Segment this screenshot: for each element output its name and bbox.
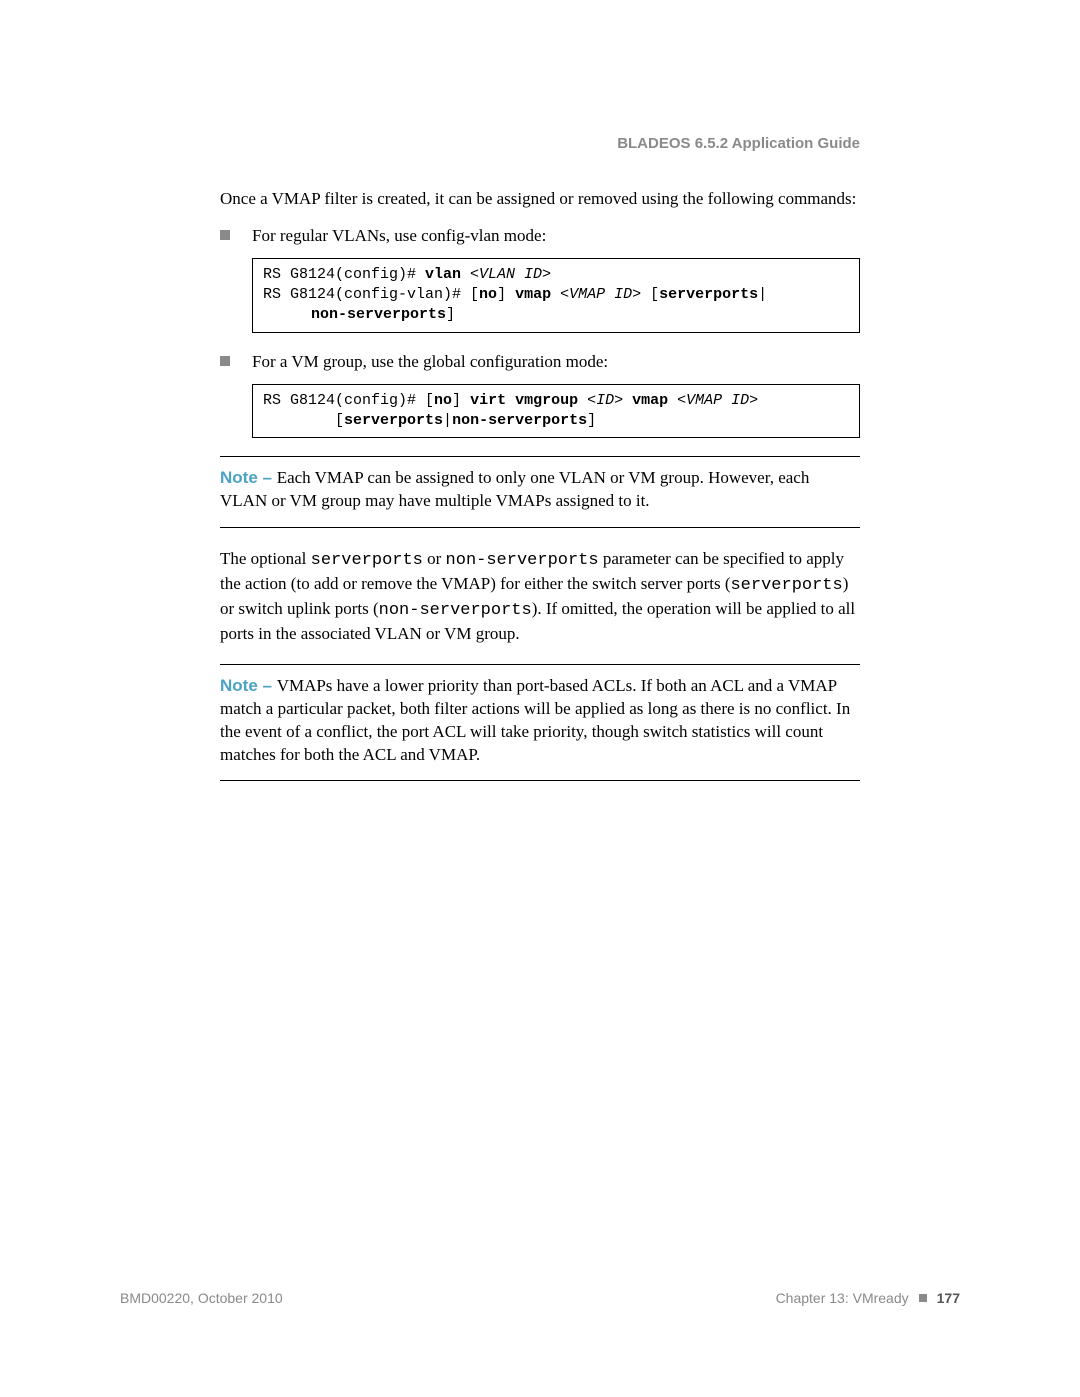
- code-inline: non-serverports: [379, 601, 532, 620]
- page-content: BLADEOS 6.5.2 Application Guide Once a V…: [220, 135, 860, 801]
- note-1: Note – Each VMAP can be assigned to only…: [220, 467, 860, 513]
- code-arg: <VMAP ID>: [560, 286, 641, 303]
- code-space: [623, 392, 632, 409]
- code-keyword: serverports: [344, 412, 443, 429]
- code-arg: <VLAN ID>: [470, 266, 551, 283]
- code-inline: non-serverports: [446, 551, 599, 570]
- bullet-text-2: For a VM group, use the global configura…: [252, 351, 608, 374]
- code-close: ]: [587, 412, 596, 429]
- code-cmd: vlan: [425, 266, 470, 283]
- square-separator-icon: [919, 1294, 927, 1302]
- text: The optional: [220, 549, 311, 568]
- note-2: Note – VMAPs have a lower priority than …: [220, 675, 860, 767]
- code-block-2: RS G8124(config)# [no] virt vmgroup <ID>…: [252, 384, 860, 439]
- document-header: BLADEOS 6.5.2 Application Guide: [220, 135, 860, 152]
- code-prompt: RS G8124(config)# [: [263, 392, 434, 409]
- footer-left: BMD00220, October 2010: [120, 1290, 283, 1306]
- code-pipe: |: [758, 286, 767, 303]
- note-text: VMAPs have a lower priority than port-ba…: [220, 676, 850, 764]
- bullet-item-2: For a VM group, use the global configura…: [220, 351, 860, 374]
- code-text: [: [641, 286, 659, 303]
- code-cmd: virt vmgroup: [470, 392, 587, 409]
- code-inline: serverports: [311, 551, 423, 570]
- code-arg: <ID>: [587, 392, 623, 409]
- code-block-1: RS G8124(config)# vlan <VLAN ID> RS G812…: [252, 258, 860, 333]
- code-text: ]: [452, 392, 470, 409]
- note-separator: [220, 780, 860, 781]
- footer-right: Chapter 13: VMready 177: [776, 1290, 960, 1306]
- footer-chapter: Chapter 13: VMready: [776, 1290, 909, 1306]
- code-prompt: RS G8124(config)#: [263, 266, 425, 283]
- footer-page-number: 177: [937, 1290, 960, 1306]
- note-separator: [220, 456, 860, 457]
- intro-paragraph: Once a VMAP filter is created, it can be…: [220, 188, 860, 211]
- note-separator: [220, 664, 860, 665]
- note-label: Note –: [220, 468, 277, 487]
- code-text: ]: [497, 286, 515, 303]
- text: or: [423, 549, 446, 568]
- code-cmd: vmap: [632, 392, 677, 409]
- code-keyword: no: [479, 286, 497, 303]
- bullet-item-1: For regular VLANs, use config-vlan mode:: [220, 225, 860, 248]
- code-keyword: serverports: [659, 286, 758, 303]
- code-cmd: vmap: [515, 286, 560, 303]
- code-keyword: no: [434, 392, 452, 409]
- page-footer: BMD00220, October 2010 Chapter 13: VMrea…: [120, 1290, 960, 1306]
- code-close: ]: [446, 306, 455, 323]
- code-keyword: non-serverports: [311, 306, 446, 323]
- note-text: Each VMAP can be assigned to only one VL…: [220, 468, 809, 510]
- code-arg: <VMAP ID>: [677, 392, 758, 409]
- square-bullet-icon: [220, 356, 230, 366]
- code-keyword: non-serverports: [452, 412, 587, 429]
- optional-paragraph: The optional serverports or non-serverpo…: [220, 548, 860, 646]
- code-inline: serverports: [730, 576, 842, 595]
- note-separator: [220, 527, 860, 528]
- code-prompt: RS G8124(config-vlan)# [: [263, 286, 479, 303]
- code-pipe: |: [443, 412, 452, 429]
- bullet-text-1: For regular VLANs, use config-vlan mode:: [252, 225, 546, 248]
- note-label: Note –: [220, 676, 277, 695]
- square-bullet-icon: [220, 230, 230, 240]
- code-open: [: [335, 412, 344, 429]
